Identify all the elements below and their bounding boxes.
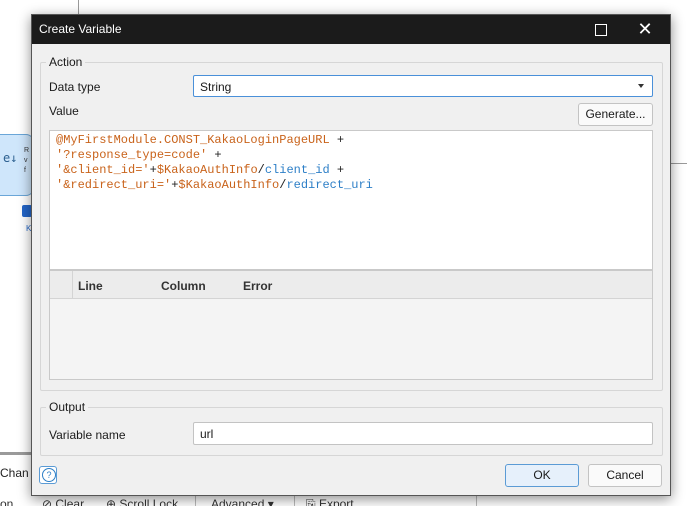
expr-token: $KakaoAuthInfo xyxy=(156,163,258,177)
data-type-select[interactable]: String xyxy=(193,75,653,97)
dialog-titlebar[interactable]: Create Variable ✕ xyxy=(32,15,670,44)
create-variable-dialog: Create Variable ✕ Action Data type Strin… xyxy=(31,14,671,496)
ok-button[interactable]: OK xyxy=(505,464,579,487)
expr-token: redirect_uri xyxy=(286,178,373,192)
expr-token: + xyxy=(207,148,222,162)
close-icon[interactable]: ✕ xyxy=(633,18,657,40)
export-button[interactable]: ⎘ Export xyxy=(306,497,354,506)
generate-button[interactable]: Generate... xyxy=(578,103,653,126)
tab-changes[interactable]: Chan xyxy=(0,466,34,480)
output-legend: Output xyxy=(49,400,86,414)
expression-code: @MyFirstModule.CONST_KakaoLoginPageURL +… xyxy=(56,133,373,193)
clear-button[interactable]: ⊘ Clear xyxy=(42,497,84,506)
expr-token: + xyxy=(329,133,345,147)
advanced-dropdown[interactable]: Advanced ▾ xyxy=(211,497,274,506)
maximize-icon[interactable] xyxy=(595,24,607,36)
help-button[interactable]: ? xyxy=(39,466,57,484)
column-header-line[interactable]: Line xyxy=(78,279,103,293)
dialog-title: Create Variable xyxy=(39,22,122,36)
expr-token: $KakaoAuthInfo xyxy=(178,178,280,192)
expr-token: / xyxy=(257,163,265,177)
error-table-header: Line Column Error xyxy=(50,271,652,299)
variable-name-input[interactable] xyxy=(193,422,653,445)
toolbar-fragment: on xyxy=(0,497,14,506)
expr-token: '&redirect_uri=' xyxy=(56,178,172,192)
variable-name-label: Variable name xyxy=(49,428,126,442)
e-icon: e↓ xyxy=(3,151,18,165)
column-header-column[interactable]: Column xyxy=(161,279,206,293)
canvas-connector-line xyxy=(78,0,79,14)
chevron-down-icon xyxy=(638,84,644,88)
panel-splitter[interactable] xyxy=(0,452,32,455)
data-type-label: Data type xyxy=(49,80,101,94)
error-table[interactable]: Line Column Error xyxy=(49,270,653,380)
expr-token: '?response_type=code' xyxy=(56,148,208,162)
canvas-node-label: R v f xyxy=(24,147,30,174)
action-legend: Action xyxy=(49,55,83,69)
expr-token: + xyxy=(149,163,157,177)
expr-token: @MyFirstModule.CONST_KakaoLoginPageURL xyxy=(56,133,330,147)
help-icon: ? xyxy=(42,468,56,482)
column-header-error[interactable]: Error xyxy=(243,279,272,293)
cancel-button[interactable]: Cancel xyxy=(588,464,662,487)
data-type-value: String xyxy=(200,80,232,94)
column-divider xyxy=(72,271,73,298)
expression-editor[interactable]: @MyFirstModule.CONST_KakaoLoginPageURL +… xyxy=(49,130,653,270)
expr-token: client_id xyxy=(264,163,330,177)
value-label: Value xyxy=(49,104,79,118)
expr-token: '&client_id=' xyxy=(56,163,150,177)
scroll-lock-button[interactable]: ⊕ Scroll Lock xyxy=(106,497,178,506)
expr-token: + xyxy=(329,163,345,177)
